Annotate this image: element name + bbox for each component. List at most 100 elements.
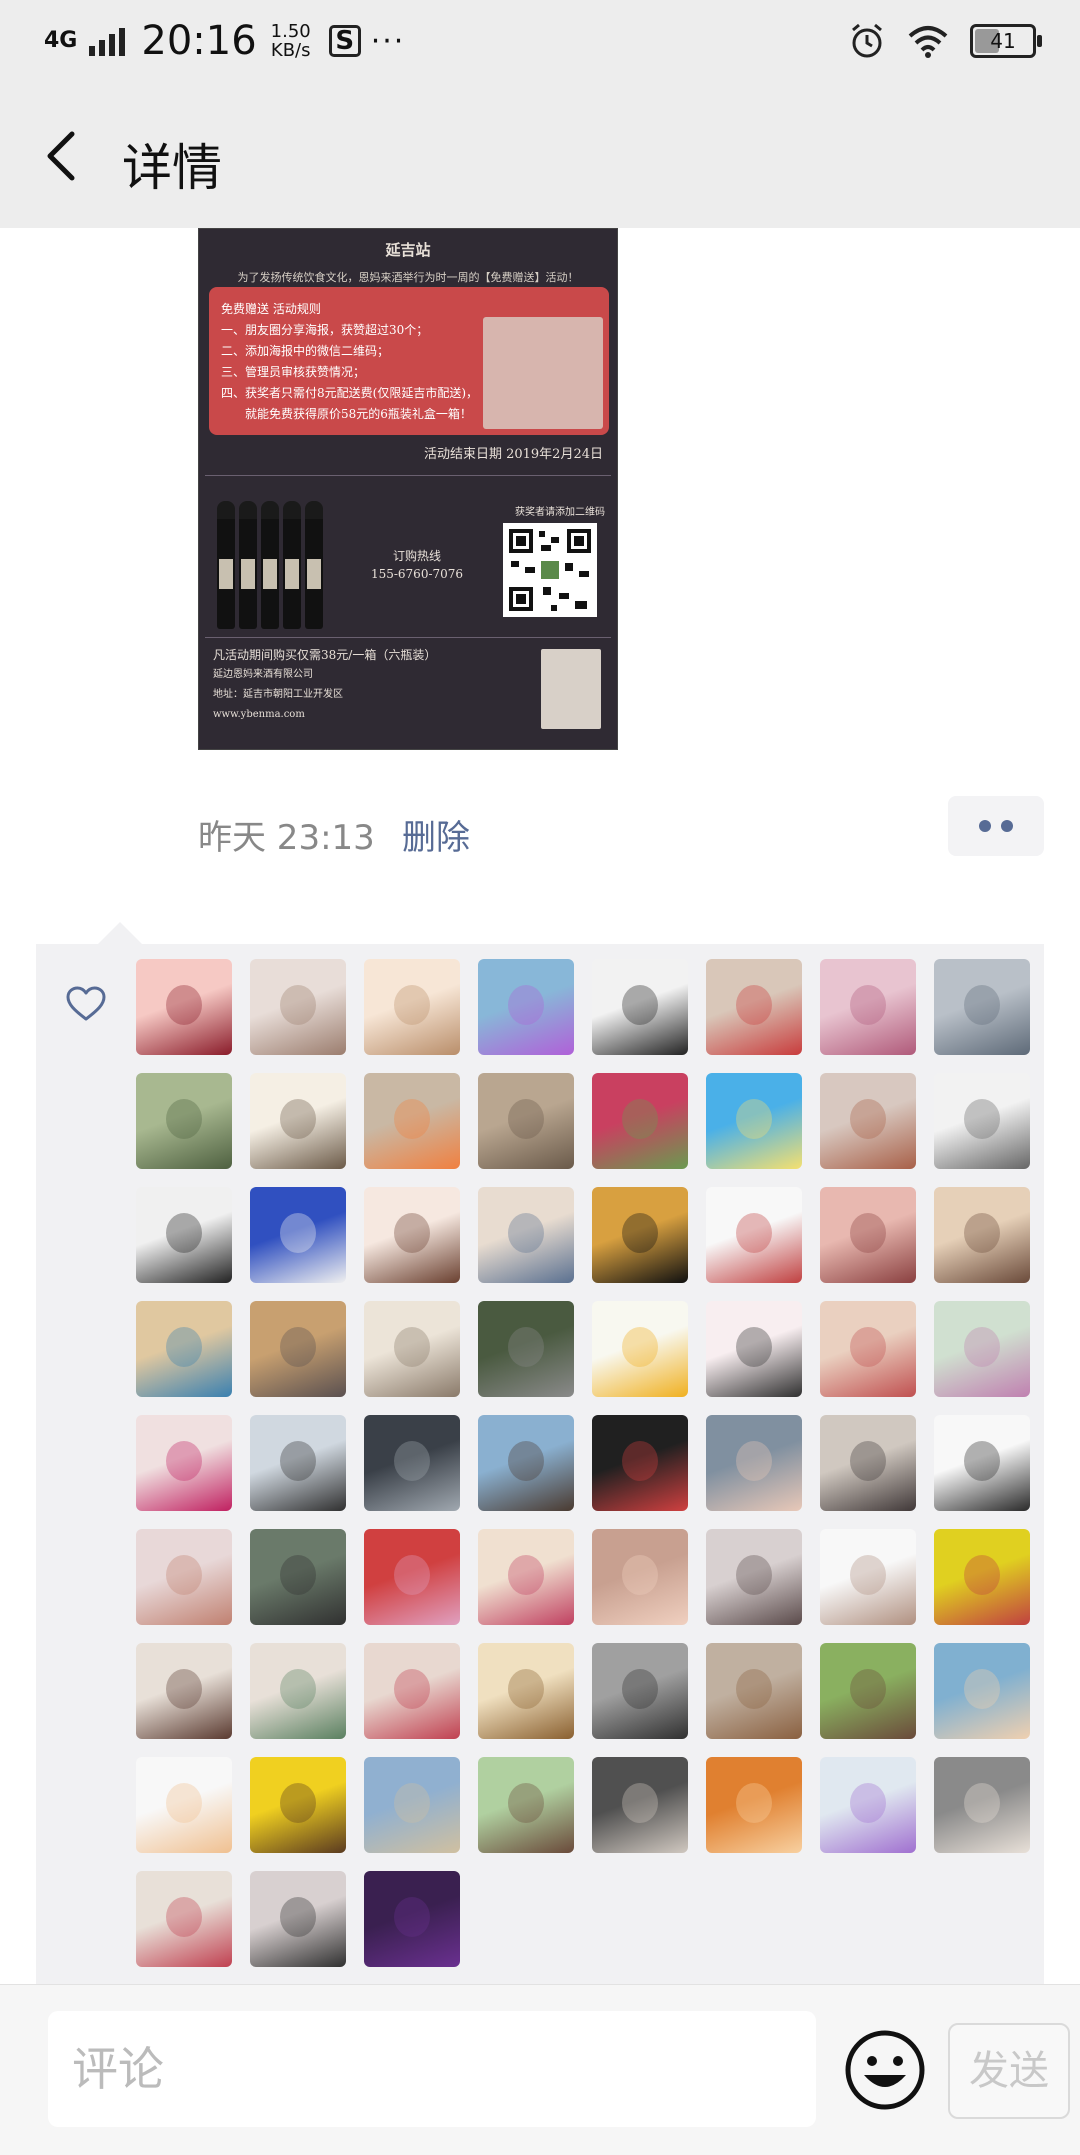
liker-avatar[interactable] xyxy=(364,959,460,1055)
liker-avatar[interactable] xyxy=(250,1871,346,1967)
page-title: 详情 xyxy=(122,139,222,197)
poster-rule: 就能免费获得原价58元的6瓶装礼盒一箱！ xyxy=(221,407,472,421)
liker-avatar[interactable] xyxy=(934,1301,1030,1397)
poster-offer: 凡活动期间购买仅需38元/一箱（六瓶装） xyxy=(213,648,437,662)
liker-avatar[interactable] xyxy=(136,1301,232,1397)
liker-avatar[interactable] xyxy=(478,1073,574,1169)
liker-avatar[interactable] xyxy=(136,1757,232,1853)
delete-link[interactable]: 删除 xyxy=(402,810,470,859)
poster-end-date: 活动结束日期 2019年2月24日 xyxy=(423,447,603,462)
liker-avatar[interactable] xyxy=(934,1757,1030,1853)
liker-avatar[interactable] xyxy=(250,1529,346,1625)
battery-icon: 41 xyxy=(970,24,1042,58)
wifi-icon xyxy=(908,26,948,58)
more-notifications-icon: ··· xyxy=(370,23,406,59)
liker-avatar[interactable] xyxy=(364,1187,460,1283)
poster-divider xyxy=(205,475,611,476)
liker-avatar[interactable] xyxy=(706,1415,802,1511)
liker-avatar[interactable] xyxy=(706,959,802,1055)
liker-avatar[interactable] xyxy=(478,1415,574,1511)
liker-avatar[interactable] xyxy=(364,1301,460,1397)
liker-avatar[interactable] xyxy=(136,1643,232,1739)
liker-avatar[interactable] xyxy=(706,1529,802,1625)
liker-avatar[interactable] xyxy=(706,1757,802,1853)
back-arrow-icon[interactable] xyxy=(36,126,96,186)
network-speed: 1.50 KB/s xyxy=(271,22,311,60)
liker-avatar[interactable] xyxy=(934,1187,1030,1283)
liker-avatar[interactable] xyxy=(592,1301,688,1397)
liker-avatar[interactable] xyxy=(820,1187,916,1283)
liker-avatar[interactable] xyxy=(136,1415,232,1511)
liker-avatar[interactable] xyxy=(934,1643,1030,1739)
liker-avatar[interactable] xyxy=(592,959,688,1055)
liker-avatar[interactable] xyxy=(592,1073,688,1169)
liker-avatar[interactable] xyxy=(364,1529,460,1625)
liker-avatar[interactable] xyxy=(364,1871,460,1967)
liker-avatar[interactable] xyxy=(820,1301,916,1397)
liker-avatar[interactable] xyxy=(136,1871,232,1967)
poster-title: 延吉站 xyxy=(385,241,431,259)
poster-hotline: 订购热线 155-6760-7076 xyxy=(357,547,477,583)
battery-level: 41 xyxy=(990,29,1016,53)
network-type: 4G xyxy=(44,28,78,53)
poster-website: www.ybenma.com xyxy=(213,709,305,720)
poster-divider xyxy=(205,637,611,638)
poster-rule: 一、朋友圈分享海报，获赞超过30个； xyxy=(221,323,429,337)
poster-company: 延边恩妈来酒有限公司 xyxy=(213,669,313,680)
liker-avatar[interactable] xyxy=(250,1301,346,1397)
liker-avatar[interactable] xyxy=(706,1301,802,1397)
liker-avatar[interactable] xyxy=(820,1415,916,1511)
liker-avatar[interactable] xyxy=(706,1187,802,1283)
liker-avatar[interactable] xyxy=(136,1073,232,1169)
liker-avatar[interactable] xyxy=(592,1529,688,1625)
liker-avatar[interactable] xyxy=(364,1757,460,1853)
liker-avatar[interactable] xyxy=(934,1529,1030,1625)
liker-avatar[interactable] xyxy=(706,1073,802,1169)
liker-avatar[interactable] xyxy=(820,1073,916,1169)
liker-avatar[interactable] xyxy=(478,1187,574,1283)
liker-avatar[interactable] xyxy=(250,1643,346,1739)
liker-avatar[interactable] xyxy=(478,959,574,1055)
liker-avatar[interactable] xyxy=(478,1301,574,1397)
liker-avatar[interactable] xyxy=(136,1187,232,1283)
liker-avatar[interactable] xyxy=(820,1643,916,1739)
liker-avatar[interactable] xyxy=(934,1073,1030,1169)
liker-avatar[interactable] xyxy=(136,1529,232,1625)
liker-avatar[interactable] xyxy=(820,1529,916,1625)
liker-avatar[interactable] xyxy=(478,1757,574,1853)
liker-avatar[interactable] xyxy=(250,1757,346,1853)
liker-avatar[interactable] xyxy=(592,1415,688,1511)
liker-avatar[interactable] xyxy=(820,1757,916,1853)
liker-avatar[interactable] xyxy=(250,1073,346,1169)
liker-avatar[interactable] xyxy=(364,1415,460,1511)
liker-avatar[interactable] xyxy=(250,1415,346,1511)
poster-qr-label: 获奖者请添加二维码 xyxy=(515,507,605,518)
liker-avatar[interactable] xyxy=(820,959,916,1055)
emoji-icon[interactable] xyxy=(844,2029,926,2111)
liker-avatar[interactable] xyxy=(706,1643,802,1739)
liker-avatar[interactable] xyxy=(478,1529,574,1625)
speed-unit: KB/s xyxy=(270,40,311,61)
poster-intro: 为了发扬传统饮食文化，恩妈来酒举行为时一周的【免费赠送】活动！ xyxy=(237,271,579,284)
liker-avatar[interactable] xyxy=(934,959,1030,1055)
liker-avatar[interactable] xyxy=(592,1643,688,1739)
poster-rules-box: 免费赠送 活动规则 一、朋友圈分享海报，获赞超过30个； 二、添加海报中的微信二… xyxy=(209,287,609,435)
liker-avatar[interactable] xyxy=(250,959,346,1055)
navigation-bar: 详情 xyxy=(0,90,1080,228)
liker-avatar[interactable] xyxy=(592,1757,688,1853)
liker-avatar[interactable] xyxy=(136,959,232,1055)
poster-rule: 四、获奖者只需付8元配送费(仅限延吉市配送)， xyxy=(221,386,478,400)
liker-avatar[interactable] xyxy=(364,1643,460,1739)
post-image[interactable]: 延吉站 为了发扬传统饮食文化，恩妈来酒举行为时一周的【免费赠送】活动！ 免费赠送… xyxy=(198,228,618,750)
liker-avatar[interactable] xyxy=(592,1187,688,1283)
more-actions-button[interactable] xyxy=(948,796,1044,856)
comment-bar: 发送 xyxy=(0,1984,1080,2155)
sim-icon: S xyxy=(328,25,361,57)
comment-input[interactable] xyxy=(48,2011,816,2127)
liker-avatar[interactable] xyxy=(478,1643,574,1739)
liker-avatar[interactable] xyxy=(934,1415,1030,1511)
poster-bottles-image xyxy=(217,501,323,629)
send-button[interactable]: 发送 xyxy=(948,2023,1070,2119)
liker-avatar[interactable] xyxy=(364,1073,460,1169)
liker-avatar[interactable] xyxy=(250,1187,346,1283)
